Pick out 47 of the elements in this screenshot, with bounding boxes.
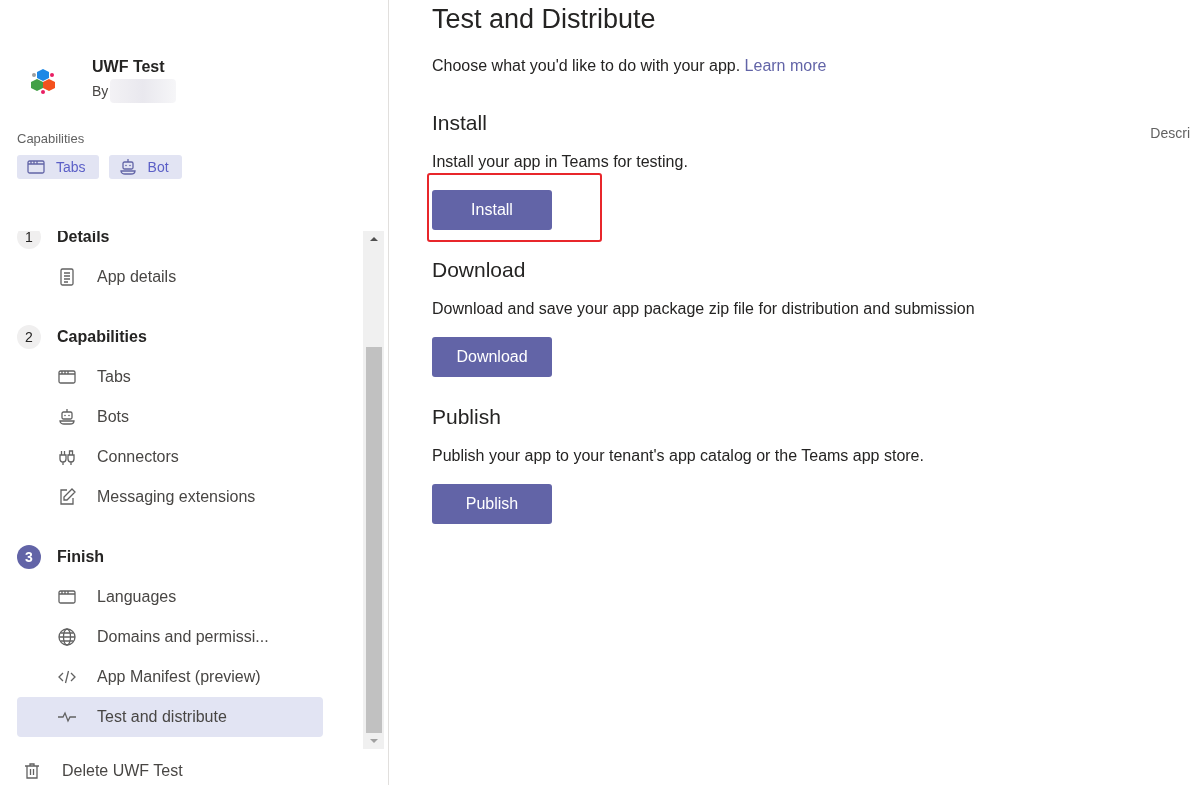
bot-icon — [117, 157, 138, 177]
step-number: 2 — [17, 325, 41, 349]
learn-more-link[interactable]: Learn more — [744, 57, 827, 74]
step-title: Details — [57, 231, 110, 246]
action-button[interactable]: Download — [432, 337, 552, 377]
scrollbar[interactable] — [363, 231, 384, 749]
intro-text: Choose what you'd like to do with your app. Learn more — [432, 57, 828, 75]
delete-icon — [22, 761, 42, 781]
chip-label: Bot — [147, 159, 169, 175]
chip-label: Tabs — [56, 159, 86, 175]
nav-item[interactable]: Connectors — [17, 437, 323, 477]
action-button[interactable]: Install — [432, 190, 552, 230]
page-title: Test and Distribute — [432, 4, 657, 35]
step-number: 3 — [17, 545, 41, 569]
step-title: Finish — [57, 548, 105, 566]
step-number: 1 — [17, 231, 41, 249]
bot-icon — [57, 407, 77, 427]
capabilities-label: Capabilities — [16, 130, 86, 146]
section-heading: Download — [432, 258, 526, 282]
window-icon — [57, 367, 77, 387]
step-title: Capabilities — [57, 328, 147, 346]
author-label: By — [92, 83, 109, 99]
section-description: Download and save your app package zip file for distribution and submission — [432, 300, 975, 318]
section-heading: Publish — [432, 405, 501, 429]
delete-app-button[interactable]: Delete UWF Test — [0, 749, 388, 781]
nav-item[interactable]: Tabs — [17, 357, 323, 397]
edit-icon — [57, 487, 77, 507]
app-name: UWF Test — [92, 58, 166, 76]
globe-icon — [57, 627, 77, 647]
side-label: Descri — [1150, 125, 1190, 141]
nav-item[interactable]: Test and distribute — [17, 697, 323, 737]
nav-item[interactable]: App details — [17, 257, 323, 297]
nav-item[interactable]: Languages — [17, 577, 323, 617]
action-button[interactable]: Publish — [432, 484, 552, 524]
nav-item[interactable]: Messaging extensions — [17, 477, 323, 517]
scrollbar-thumb[interactable] — [365, 347, 382, 733]
document-icon — [57, 267, 77, 287]
section-heading: Install — [432, 111, 487, 135]
window-icon — [57, 587, 77, 607]
app-logo-icon — [30, 67, 56, 94]
window-icon — [26, 157, 46, 177]
nav-item[interactable]: Bots — [17, 397, 323, 437]
nav-item[interactable]: App Manifest (preview) — [17, 657, 323, 697]
section-description: Publish your app to your tenant's app catalog or the Teams app store. — [432, 447, 924, 465]
nav-item[interactable]: Domains and permissi... — [17, 617, 323, 657]
section-description: Install your app in Teams for testing. — [432, 153, 688, 171]
plug-icon — [57, 447, 77, 467]
